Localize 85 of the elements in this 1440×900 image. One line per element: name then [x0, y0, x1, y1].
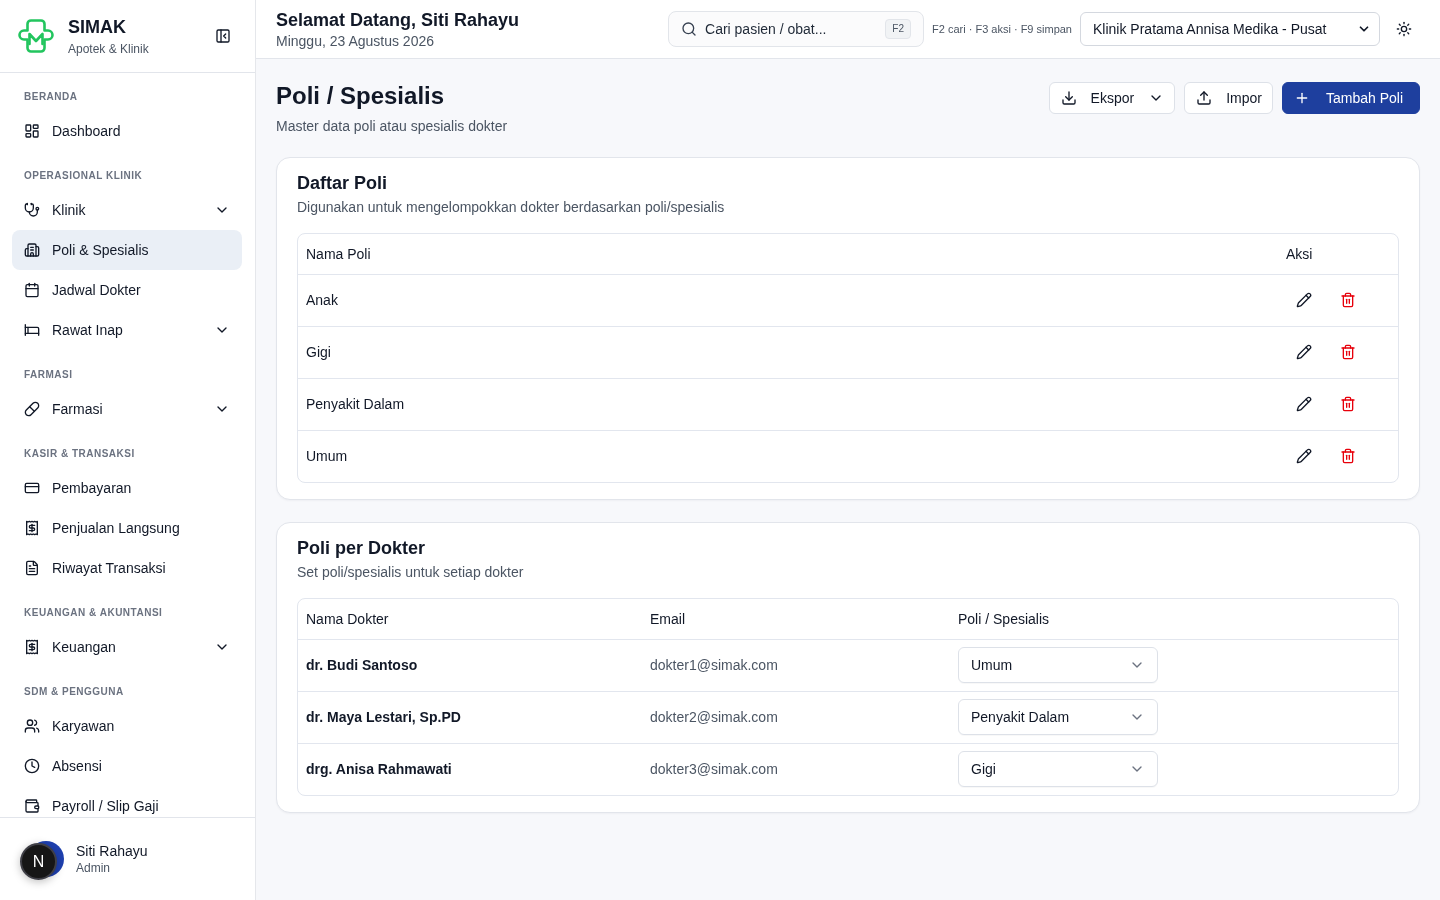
doctor-name: dr. Budi Santoso	[306, 657, 418, 673]
receipt-icon	[24, 520, 40, 536]
brand-tagline: Apotek & Klinik	[68, 40, 150, 57]
trash-icon	[1340, 448, 1356, 465]
sun-icon	[1396, 21, 1412, 37]
download-icon	[1060, 90, 1077, 106]
poli-name: Umum	[306, 448, 348, 465]
sidebar-toggle-button[interactable]	[215, 28, 231, 44]
card-subtitle: Digunakan untuk mengelompokkan dokter berdasarkan poli/spesialis	[297, 198, 726, 217]
pencil-icon	[1296, 448, 1312, 465]
nav-section-title: FARMASI	[23, 368, 74, 382]
poli-name: Penyakit Dalam	[306, 396, 405, 412]
receipt-icon	[24, 639, 40, 655]
card-title: Daftar Poli	[297, 172, 389, 195]
page-title: Poli / Spesialis	[276, 81, 446, 111]
card-subtitle: Set poli/spesialis untuk setiap dokter	[297, 563, 525, 582]
stethoscope-icon	[24, 202, 40, 218]
nav-item[interactable]: Dashboard	[12, 111, 242, 151]
column-header: Nama Poli	[306, 245, 371, 262]
poli-select[interactable]: Gigi	[958, 751, 1158, 788]
building-icon	[24, 242, 40, 258]
trash-icon	[1340, 396, 1356, 412]
user-name: Siti Rahayu	[76, 842, 148, 860]
nav-item[interactable]: Farmasi	[12, 389, 242, 429]
nav-item[interactable]: Riwayat Transaksi	[12, 548, 242, 588]
users-icon	[24, 718, 40, 734]
credit-card-icon	[24, 480, 40, 496]
doctor-name: dr. Maya Lestari, Sp.PD	[306, 709, 461, 725]
column-header: Aksi	[1286, 245, 1313, 262]
nav-section-title: OPERASIONAL KLINIK	[23, 169, 144, 183]
nav-item[interactable]: Pembayaran	[12, 468, 242, 508]
user-role: Admin	[76, 860, 111, 876]
nav-item[interactable]: Klinik	[12, 190, 242, 230]
doctor-email: dokter3@simak.com	[650, 761, 778, 778]
nav-item[interactable]: Rawat Inap	[12, 310, 242, 350]
nav-section-title: KASIR & TRANSAKSI	[23, 447, 136, 461]
upload-icon	[1196, 90, 1213, 106]
nav-item[interactable]: Payroll / Slip Gaji	[12, 786, 242, 817]
nav-section-title: BERANDA	[23, 90, 79, 104]
logo-icon	[18, 18, 54, 54]
greeting-title: Selamat Datang, Siti Rahayu	[276, 8, 520, 31]
doctor-name: drg. Anisa Rahmawati	[306, 761, 452, 778]
poli-select[interactable]: Umum	[958, 647, 1158, 683]
nav-item[interactable]: Absensi	[12, 746, 242, 786]
doctor-email: dokter1@simak.com	[650, 657, 778, 673]
wallet-icon	[24, 798, 40, 814]
trash-icon	[1340, 292, 1356, 308]
add-poli-button[interactable]: Tambah Poli	[1281, 82, 1420, 114]
nav-section-title: KEUANGAN & AKUNTANSI	[23, 606, 164, 620]
pencil-icon	[1296, 344, 1312, 360]
nav-item[interactable]: Poli & Spesialis	[12, 230, 242, 270]
poli-select[interactable]: Penyakit Dalam	[958, 699, 1158, 735]
search-button[interactable]: Cari pasien / obat... F2	[668, 11, 924, 47]
bed-icon	[24, 322, 40, 338]
poli-name: Gigi	[306, 344, 331, 360]
column-header: Email	[650, 610, 685, 627]
search-icon	[681, 21, 697, 37]
column-header: Poli / Spesialis	[958, 610, 1050, 627]
page-subtitle: Master data poli atau spesialis dokter	[276, 117, 508, 136]
pill-icon	[24, 401, 40, 417]
shortcut-hint: F2 cari · F3 aksi · F9 simpan	[932, 23, 1072, 35]
nav-item[interactable]: Jadwal Dokter	[12, 270, 242, 310]
dev-tools-badge[interactable]: N	[20, 843, 57, 880]
card-title: Poli per Dokter	[297, 537, 427, 560]
import-button[interactable]: Impor	[1184, 82, 1273, 114]
layout-grid-icon	[24, 123, 40, 139]
brand-name: SIMAK	[68, 15, 127, 38]
poli-name: Anak	[306, 292, 338, 308]
pencil-icon	[1296, 292, 1312, 308]
clinic-select[interactable]: Klinik Pratama Annisa Medika - Pusat	[1080, 12, 1380, 46]
document-icon	[24, 560, 40, 576]
nav-item[interactable]: Karyawan	[12, 706, 242, 746]
doctor-email: dokter2@simak.com	[650, 709, 778, 725]
nav-item[interactable]: Penjualan Langsung	[12, 508, 242, 548]
nav-section-title: SDM & PENGGUNA	[23, 685, 125, 699]
column-header: Nama Dokter	[306, 610, 389, 627]
panel-collapse-icon	[215, 28, 231, 44]
export-button[interactable]: Ekspor	[1048, 82, 1176, 114]
pencil-icon	[1296, 396, 1312, 412]
trash-icon	[1340, 344, 1356, 360]
clock-icon	[24, 758, 40, 774]
shortcut-key: F2	[885, 19, 911, 39]
calendar-icon	[24, 282, 40, 298]
nav-item[interactable]: Keuangan	[12, 627, 242, 667]
current-date: Minggu, 23 Agustus 2026	[276, 31, 435, 50]
